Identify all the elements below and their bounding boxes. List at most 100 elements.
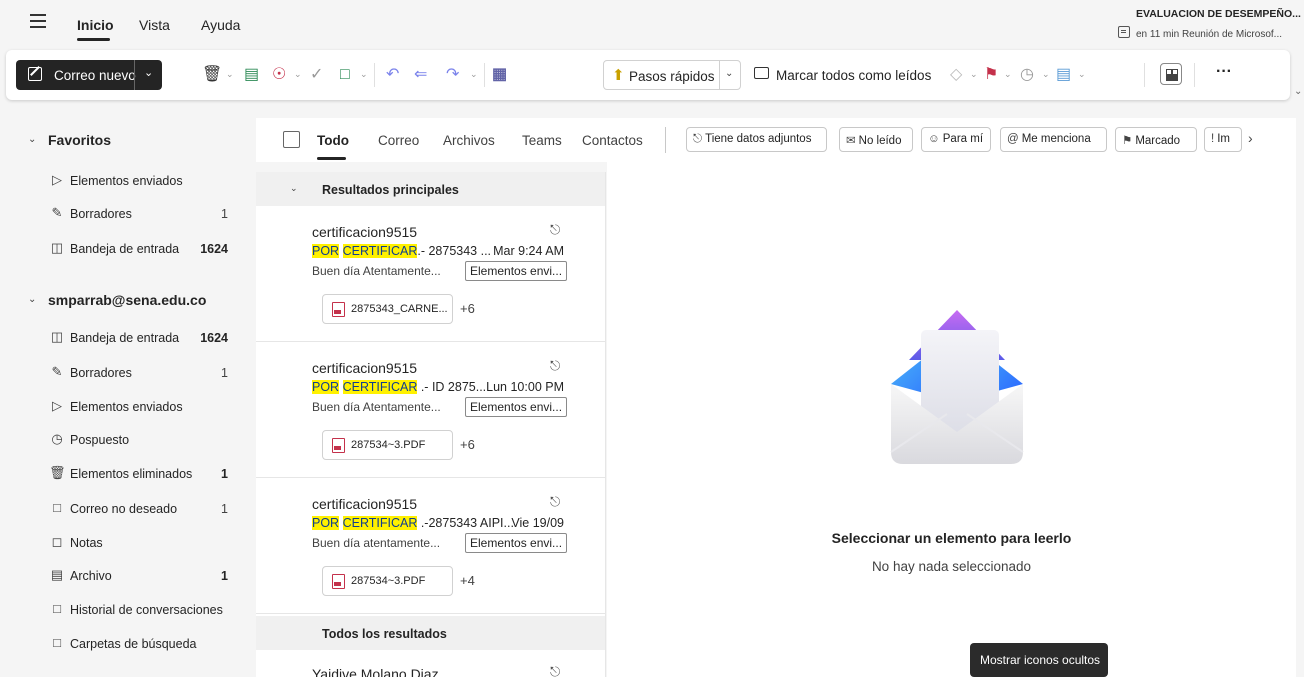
highlight-term: CERTIFICAR <box>342 244 418 258</box>
filter-mentions-me[interactable]: @ Me menciona <box>1000 127 1107 152</box>
chevron-down-icon[interactable]: ⌄ <box>360 69 368 80</box>
tab-todo[interactable]: Todo <box>317 133 349 148</box>
attachment-name: 287534~3.PDF <box>351 439 426 451</box>
message-item[interactable]: certificacion9515 ⎋ POR CERTIFICAR.- 287… <box>256 206 605 342</box>
tab-contactos[interactable]: Contactos <box>582 133 643 148</box>
filter-important[interactable]: ! Im <box>1204 127 1242 152</box>
tab-ayuda[interactable]: Ayuda <box>201 17 240 33</box>
reply-all-icon[interactable]: ⇐ <box>414 66 427 84</box>
ribbon-expand-icon[interactable]: ⌄ <box>1294 86 1302 97</box>
delete-icon[interactable]: 🗑 <box>202 66 222 84</box>
empty-state-subtitle: No hay nada seleccionado <box>871 559 1032 574</box>
message-sender: certificacion9515 <box>312 496 418 512</box>
tab-archivos[interactable]: Archivos <box>443 133 495 148</box>
chevron-down-icon[interactable]: ⌄ <box>725 68 733 79</box>
sidebar-item-archive[interactable]: ▤ Archivo 1 <box>49 565 239 589</box>
chip-label: Para mí <box>942 133 984 145</box>
message-preview: Buen día atentamente... <box>312 536 441 550</box>
chevron-down-icon[interactable]: ⌄ <box>226 69 234 80</box>
account-header[interactable]: smparrab@sena.edu.co <box>48 292 206 308</box>
tab-teams[interactable]: Teams <box>522 133 562 148</box>
rules-icon[interactable]: ▤ <box>1056 66 1071 84</box>
more-attachments-count[interactable]: +6 <box>460 437 475 452</box>
sidebar-item-conversation-history[interactable]: □ Historial de conversaciones <box>49 599 239 623</box>
filter-flagged[interactable]: ⚑ Marcado <box>1115 127 1197 152</box>
sidebar-item-fav-drafts[interactable]: ✎ Borradores 1 <box>49 203 239 227</box>
more-options-icon[interactable]: ··· <box>1216 63 1232 81</box>
archive-icon: ▤ <box>50 567 64 582</box>
sidebar-item-label: Bandeja de entrada <box>70 331 180 345</box>
tag-icon[interactable]: ◇ <box>950 66 962 84</box>
chevron-down-icon[interactable]: ⌄ <box>970 69 978 80</box>
report-icon[interactable]: ☉ <box>272 66 286 84</box>
move-icon[interactable]: □ <box>340 66 350 84</box>
sidebar-item-search-folders[interactable]: □ Carpetas de búsqueda <box>49 633 239 657</box>
chevron-down-icon[interactable]: ⌄ <box>470 69 478 80</box>
message-item[interactable]: Yaidive Molano Diaz ⎋ <box>256 652 605 677</box>
chevron-down-icon[interactable]: ⌄ <box>28 134 36 145</box>
tab-inicio[interactable]: Inicio <box>77 17 114 33</box>
new-mail-button[interactable]: Correo nuevo ⌄ <box>16 60 162 90</box>
sidebar-item-snoozed[interactable]: ◷ Pospuesto <box>49 429 239 453</box>
archive-icon[interactable]: ▤ <box>244 66 259 84</box>
chevron-down-icon[interactable]: ⌄ <box>28 294 36 305</box>
subject-text: .-2875343 AIPI... <box>417 516 514 530</box>
favorites-header[interactable]: Favoritos <box>48 132 111 148</box>
folder-tag[interactable]: Elementos envi... <box>465 533 568 553</box>
message-preview: Buen día Atentamente... <box>312 264 441 278</box>
teams-icon[interactable]: ▦ <box>492 66 507 84</box>
reminder-title[interactable]: EVALUACION DE DESEMPEÑO... <box>1136 8 1301 20</box>
sweep-icon[interactable]: ✓ <box>310 66 323 84</box>
chip-label: Im <box>1217 133 1230 145</box>
filter-has-attachments[interactable]: ⎋ Tiene datos adjuntos <box>686 127 827 152</box>
sidebar-item-fav-inbox[interactable]: ◫ Bandeja de entrada 1624 <box>49 238 239 262</box>
attachment-chip[interactable]: 287534~3.PDF <box>322 430 453 460</box>
group-header-all-results[interactable]: Todos los resultados <box>256 616 605 650</box>
reminder-subtitle[interactable]: en 11 min Reunión de Microsof... <box>1136 29 1282 40</box>
divider <box>1144 63 1145 87</box>
tab-correo[interactable]: Correo <box>378 133 419 148</box>
highlight-term: POR <box>312 516 340 530</box>
chevron-down-icon[interactable]: ⌄ <box>290 183 298 194</box>
sidebar-item-fav-sent[interactable]: ▷ Elementos enviados <box>49 170 239 194</box>
reply-icon[interactable]: ↶ <box>386 66 399 84</box>
tab-vista[interactable]: Vista <box>139 17 170 33</box>
message-time: Lun 10:00 PM <box>486 380 564 394</box>
hamburger-menu-icon[interactable] <box>30 14 46 28</box>
sidebar-item-notes[interactable]: ◻ Notas <box>49 532 239 556</box>
chevron-down-icon[interactable]: ⌄ <box>1004 69 1012 80</box>
mark-all-read-button[interactable]: Marcar todos como leídos <box>776 68 931 83</box>
select-all-checkbox[interactable] <box>283 131 300 148</box>
message-item[interactable]: certificacion9515 ⎋ POR CERTIFICAR .-287… <box>256 478 605 614</box>
sidebar-item-junk[interactable]: □ Correo no deseado 1 <box>49 498 239 522</box>
more-attachments-count[interactable]: +6 <box>460 301 475 316</box>
attachment-chip[interactable]: 2875343_CARNE... <box>322 294 453 324</box>
sidebar-item-deleted[interactable]: 🗑 Elementos eliminados 1 <box>49 463 239 487</box>
group-header-top-results[interactable]: ⌄ Resultados principales <box>256 172 605 206</box>
active-tab-indicator <box>77 38 110 41</box>
sidebar-item-drafts[interactable]: ✎ Borradores 1 <box>49 362 239 386</box>
sidebar-item-inbox[interactable]: ◫ Bandeja de entrada 1624 <box>49 327 239 351</box>
chevron-down-icon[interactable]: ⌄ <box>1078 69 1086 80</box>
more-attachments-count[interactable]: +4 <box>460 573 475 588</box>
sidebar-item-sent[interactable]: ▷ Elementos enviados <box>49 396 239 420</box>
junk-icon: □ <box>53 500 61 515</box>
filter-unread[interactable]: ✉ No leído <box>839 127 913 152</box>
quick-steps-button[interactable]: ⬆ Pasos rápidos ⌄ <box>603 60 741 90</box>
apps-icon[interactable] <box>1160 63 1182 85</box>
flag-icon[interactable]: ⚑ <box>984 66 998 84</box>
paperclip-icon: ⎋ <box>693 133 703 145</box>
chevron-down-icon[interactable]: ⌄ <box>1042 69 1050 80</box>
filter-to-me[interactable]: ☺ Para mí <box>921 127 991 152</box>
attachment-chip[interactable]: 287534~3.PDF <box>322 566 453 596</box>
clock-icon[interactable]: ◷ <box>1020 66 1034 84</box>
chevron-down-icon[interactable]: ⌄ <box>144 66 153 79</box>
forward-icon[interactable]: ↷ <box>446 66 459 84</box>
top-nav: Inicio Vista Ayuda EVALUACION DE DESEMPE… <box>0 0 1304 44</box>
draft-icon: ✎ <box>51 364 63 379</box>
folder-tag[interactable]: Elementos envi... <box>465 261 568 281</box>
chevron-down-icon[interactable]: ⌄ <box>294 69 302 80</box>
chevron-right-icon[interactable]: › <box>1248 130 1253 146</box>
folder-tag[interactable]: Elementos envi... <box>465 397 568 417</box>
message-item[interactable]: certificacion9515 ⎋ POR CERTIFICAR .- ID… <box>256 342 605 478</box>
